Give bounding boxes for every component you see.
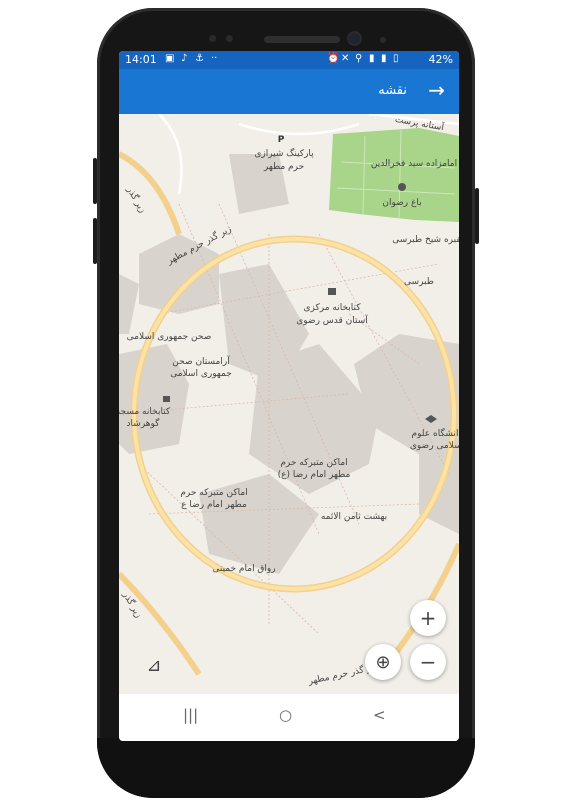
status-time: 14:01 (125, 53, 157, 66)
ruler-icon[interactable]: ⊿ (139, 650, 169, 680)
screen: 14:01 ▣ ♪ ⚓ ·· ⏰ ✕ ⚲ ▮ ▮ ▯ 42% نقشه → زی… (119, 51, 459, 741)
app-bar: نقشه → (119, 69, 459, 114)
sensor (209, 35, 216, 42)
status-bar: 14:01 ▣ ♪ ⚓ ·· ⏰ ✕ ⚲ ▮ ▮ ▯ 42% (119, 51, 459, 69)
zoom-out-button[interactable]: − (410, 644, 446, 680)
poi-label: دانشگاه علوم (412, 427, 459, 439)
poi-maqbare[interactable]: مقبره شیخ طبرسی (392, 235, 459, 245)
bixby-button (93, 218, 97, 264)
battery-icon: ▯ (393, 53, 399, 64)
nav-back-button[interactable]: < (373, 706, 386, 724)
book-icon (328, 288, 336, 295)
poi-label: آرامستان صحن (172, 355, 230, 367)
battery-percent: 42% (428, 53, 453, 66)
poi-label: صحن جمهوری اسلامی (127, 332, 212, 342)
mute-icon: ✕ (341, 53, 350, 64)
music-note-icon: ♪ (181, 53, 188, 64)
poi-sahn-jomhouri[interactable]: صحن جمهوری اسلامی (127, 332, 212, 342)
poi-label: بهشت ثامن الائمه (321, 512, 387, 522)
poi-label: رواق امام خمینی (212, 564, 275, 574)
signal-icon: ▮ (381, 53, 387, 64)
poi-label: حرم مطهر (263, 162, 304, 172)
sensor (226, 35, 233, 42)
poi-label: مطهر امام رضا (ع) (278, 470, 351, 480)
page-title: نقشه (378, 83, 407, 98)
phone-chin (97, 738, 475, 798)
poi-label: باغ رضوان (382, 198, 421, 208)
zoom-in-button[interactable]: + (410, 600, 446, 636)
book-icon (163, 396, 170, 402)
android-nav-bar: ||| ○ < (119, 694, 459, 741)
poi-label: امامزاده سید فخرالدین (371, 159, 457, 169)
poi-behesht[interactable]: بهشت ثامن الائمه (321, 512, 387, 522)
poi-label: کتابخانه مرکزی (303, 303, 361, 313)
poi-label: مقبره شیخ طبرسی (392, 235, 459, 245)
poi-label: اسلامی رضوی (410, 441, 459, 451)
power-button (475, 188, 479, 244)
map-canvas[interactable]: زیر گذر حرم مطهر زیر گذر حرم مطهر زیر گذ… (119, 112, 459, 694)
image-icon: ▣ (165, 53, 175, 64)
arrow-icon[interactable]: → (428, 78, 445, 102)
dots-icon: ·· (211, 53, 218, 64)
parking-marker: P (278, 135, 285, 145)
front-camera (349, 33, 360, 44)
poi-label: مطهر امام رضا ع (181, 500, 247, 510)
poi-imamzadeh[interactable]: امامزاده سید فخرالدین (371, 159, 457, 169)
location-icon: ⚲ (355, 53, 363, 64)
alarm-icon: ⏰ (327, 53, 340, 64)
recent-apps-button[interactable]: ||| (183, 706, 198, 724)
park-marker-icon (398, 183, 406, 191)
poi-label: اماکن متبرکه حرم (180, 488, 247, 498)
signal-icon: ▮ (369, 53, 375, 64)
home-button[interactable]: ○ (279, 706, 292, 724)
road-label-tabarsi: طبرسی (404, 277, 434, 287)
sensor (380, 37, 386, 43)
boat-icon: ⚓ (195, 53, 204, 64)
crosshair-icon[interactable]: ⊕ (365, 644, 401, 680)
poi-ravagh[interactable]: رواق امام خمینی (212, 564, 275, 574)
poi-label: پارکینگ شیرازی (254, 147, 314, 159)
poi-label: گوهرشاد (127, 417, 161, 429)
poi-label: کتابخانه مسجد (119, 407, 171, 417)
poi-label: آستان قدس رضوی (296, 314, 368, 326)
map-view[interactable]: زیر گذر حرم مطهر زیر گذر حرم مطهر زیر گذ… (119, 112, 459, 694)
earpiece-speaker (264, 36, 340, 43)
poi-label: جمهوری اسلامی (170, 369, 232, 379)
poi-label: اماکن متبرکه حرم (280, 458, 347, 468)
volume-button (93, 158, 97, 204)
